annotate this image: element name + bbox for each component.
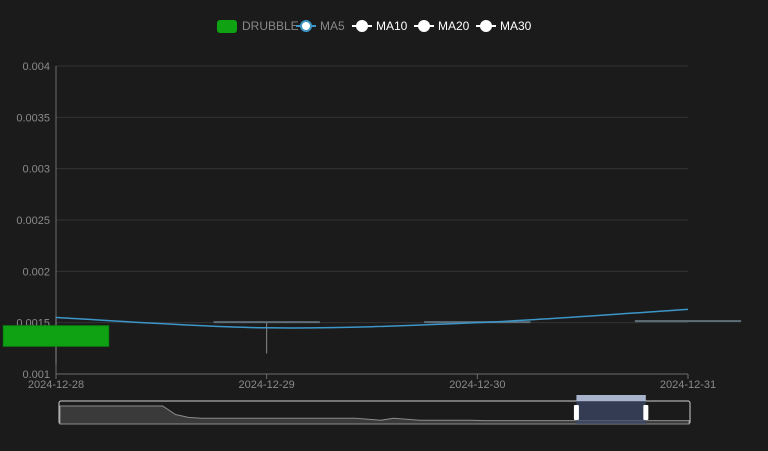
zoom-selected-window[interactable]	[576, 401, 646, 424]
legend-label-ma10: MA10	[376, 19, 408, 33]
zoom-move-handle[interactable]	[576, 395, 646, 401]
legend-label-drubble: DRUBBLE	[242, 19, 299, 33]
ma5-line	[55, 308, 689, 329]
legend: DRUBBLE MA5 MA10 MA20 MA30	[217, 19, 532, 33]
legend-marker-ma5	[300, 20, 312, 32]
legend-item-ma5[interactable]: MA5	[296, 19, 345, 33]
zoom-right-handle[interactable]	[643, 405, 649, 420]
legend-label-ma20: MA20	[438, 19, 470, 33]
legend-marker-ma10	[356, 20, 368, 32]
legend-swatch-drubble	[217, 20, 237, 33]
y-tick-label: 0.004	[22, 61, 50, 73]
plot-area	[2, 308, 742, 364]
grid-lines	[56, 65, 688, 324]
legend-label-ma30: MA30	[500, 19, 532, 33]
zoom-left-handle[interactable]	[573, 405, 579, 420]
y-tick-label: 0.0035	[16, 112, 50, 124]
legend-marker-ma30	[480, 20, 492, 32]
legend-item-ma30[interactable]: MA30	[476, 19, 532, 33]
legend-item-ma10[interactable]: MA10	[352, 19, 408, 33]
candlestick-body	[213, 321, 320, 324]
y-tick-label: 0.003	[22, 164, 50, 176]
x-axis: 2024-12-28 2024-12-29 2024-12-30 2024-12-31	[28, 373, 716, 391]
candlestick[interactable]	[634, 320, 742, 323]
legend-label-ma5: MA5	[320, 19, 345, 33]
y-tick-label: 0.0025	[16, 215, 50, 227]
data-zoom-slider[interactable]	[58, 395, 691, 425]
legend-marker-ma20	[418, 20, 430, 32]
x-tick-label: 2024-12-31	[660, 379, 716, 391]
legend-item-ma20[interactable]: MA20	[414, 19, 470, 33]
x-tick-label: 2024-12-28	[28, 379, 84, 391]
legend-item-drubble[interactable]: DRUBBLE	[217, 19, 299, 33]
candlestick-body	[634, 320, 742, 323]
candlestick-chart: DRUBBLE MA5 MA10 MA20 MA30 0.004 0.0035 0.…	[2, 19, 742, 425]
x-tick-label: 2024-12-30	[449, 379, 505, 391]
x-tick-label: 2024-12-29	[239, 379, 295, 391]
y-tick-label: 0.002	[22, 266, 50, 278]
candlestick-body	[2, 325, 110, 347]
